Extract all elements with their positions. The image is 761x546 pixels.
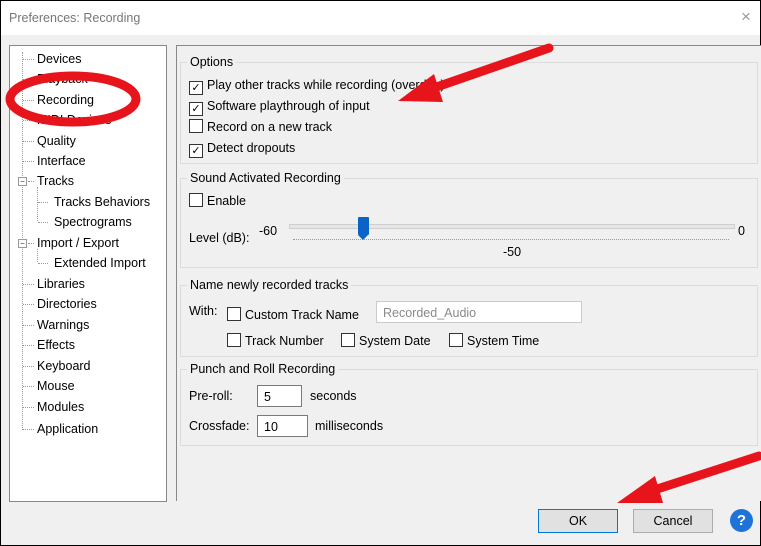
tree-item-effects[interactable]: Effects	[37, 336, 75, 354]
tree-guide-line	[37, 187, 38, 221]
track-number-checkbox[interactable]: Track Number	[227, 332, 324, 350]
checkbox-box[interactable]: ✓	[189, 144, 203, 158]
system-time-label: System Time	[467, 334, 540, 348]
level-min-label: -60	[259, 224, 278, 238]
overdub-label: Play other tracks while recording (overd…	[207, 78, 445, 92]
tree-item-interface[interactable]: Interface	[37, 152, 86, 170]
checkbox-box[interactable]	[189, 193, 203, 207]
track-number-label: Track Number	[245, 334, 324, 348]
crossfade-unit: milliseconds	[315, 419, 384, 433]
system-date-label: System Date	[359, 334, 431, 348]
tree-item-mouse[interactable]: Mouse	[37, 377, 75, 395]
tree-item-modules[interactable]: Modules	[37, 398, 84, 416]
preferences-window: Preferences: Recording × Devices Playbac…	[0, 0, 761, 546]
collapse-icon[interactable]: −	[18, 239, 27, 248]
close-icon[interactable]: ×	[736, 7, 756, 27]
crossfade-label: Crossfade:	[189, 419, 250, 433]
sound-activated-title: Sound Activated Recording	[187, 171, 344, 185]
custom-track-name-input[interactable]: Recorded_Audio	[376, 301, 582, 323]
cancel-button[interactable]: Cancel	[633, 509, 713, 533]
checkbox-box[interactable]: ✓	[189, 81, 203, 95]
software-playthrough-checkbox[interactable]: ✓ Software playthrough of input	[189, 97, 370, 116]
tree-item-tracks-behaviors[interactable]: Tracks Behaviors	[54, 193, 150, 211]
system-date-checkbox[interactable]: System Date	[341, 332, 431, 350]
tree-item-directories[interactable]: Directories	[37, 295, 97, 313]
overdub-checkbox[interactable]: ✓ Play other tracks while recording (over…	[189, 76, 445, 95]
tree-item-tracks[interactable]: Tracks	[37, 172, 74, 190]
tree-item-recording[interactable]: Recording	[37, 91, 94, 109]
preferences-tree[interactable]: Devices Playback Recording MIDI Devices …	[9, 45, 167, 502]
level-slider-track[interactable]	[289, 224, 735, 229]
software-playthrough-label: Software playthrough of input	[207, 99, 370, 113]
custom-track-name-label: Custom Track Name	[245, 308, 359, 322]
help-icon[interactable]: ?	[730, 509, 753, 532]
detect-dropouts-checkbox[interactable]: ✓ Detect dropouts	[189, 139, 296, 158]
checkbox-box[interactable]: ✓	[189, 102, 203, 116]
punch-roll-title: Punch and Roll Recording	[187, 362, 339, 376]
tree-item-keyboard[interactable]: Keyboard	[37, 357, 91, 375]
tree-item-quality[interactable]: Quality	[37, 132, 76, 150]
checkbox-box[interactable]	[341, 333, 355, 347]
checkbox-box[interactable]	[449, 333, 463, 347]
tree-item-import-export[interactable]: Import / Export	[37, 234, 119, 252]
level-slider-thumb[interactable]	[357, 217, 369, 240]
tree-item-libraries[interactable]: Libraries	[37, 275, 85, 293]
crossfade-input[interactable]: 10	[257, 415, 308, 437]
preroll-input[interactable]: 5	[257, 385, 302, 407]
with-label: With:	[189, 304, 218, 318]
preroll-unit: seconds	[310, 389, 357, 403]
tree-item-application[interactable]: Application	[37, 420, 98, 438]
level-max-label: 0	[738, 224, 745, 238]
checkbox-box[interactable]	[227, 307, 241, 321]
sound-activated-group: Sound Activated Recording Enable Level (…	[180, 171, 758, 268]
ok-button[interactable]: OK	[538, 509, 618, 533]
tree-item-playback[interactable]: Playback	[37, 70, 88, 88]
tree-item-devices[interactable]: Devices	[37, 50, 81, 68]
punch-roll-group: Punch and Roll Recording Pre-roll: 5 sec…	[180, 362, 758, 446]
enable-checkbox[interactable]: Enable	[189, 192, 246, 210]
tree-item-extended-import[interactable]: Extended Import	[54, 254, 146, 272]
checkbox-box[interactable]	[189, 119, 203, 133]
tree-item-midi-devices[interactable]: MIDI Devices	[37, 111, 111, 129]
recording-settings-panel: Options ✓ Play other tracks while recordi…	[176, 45, 761, 501]
detect-dropouts-label: Detect dropouts	[207, 141, 296, 155]
naming-group: Name newly recorded tracks With: Custom …	[180, 278, 758, 357]
enable-label: Enable	[207, 194, 246, 208]
record-new-track-checkbox[interactable]: Record on a new track	[189, 118, 332, 136]
checkbox-box[interactable]	[227, 333, 241, 347]
record-new-track-label: Record on a new track	[207, 120, 333, 134]
preroll-label: Pre-roll:	[189, 389, 233, 403]
tree-item-spectrograms[interactable]: Spectrograms	[54, 213, 132, 231]
collapse-icon[interactable]: −	[18, 177, 27, 186]
title-bar[interactable]: Preferences: Recording ×	[1, 1, 760, 35]
custom-track-name-checkbox[interactable]: Custom Track Name	[227, 306, 359, 324]
options-title: Options	[187, 55, 237, 69]
level-label: Level (dB):	[189, 231, 250, 245]
level-value-label: -50	[503, 245, 522, 259]
tree-item-warnings[interactable]: Warnings	[37, 316, 89, 334]
system-time-checkbox[interactable]: System Time	[449, 332, 539, 350]
naming-title: Name newly recorded tracks	[187, 278, 352, 292]
options-group: Options ✓ Play other tracks while recordi…	[180, 55, 758, 164]
window-title: Preferences: Recording	[9, 11, 141, 25]
